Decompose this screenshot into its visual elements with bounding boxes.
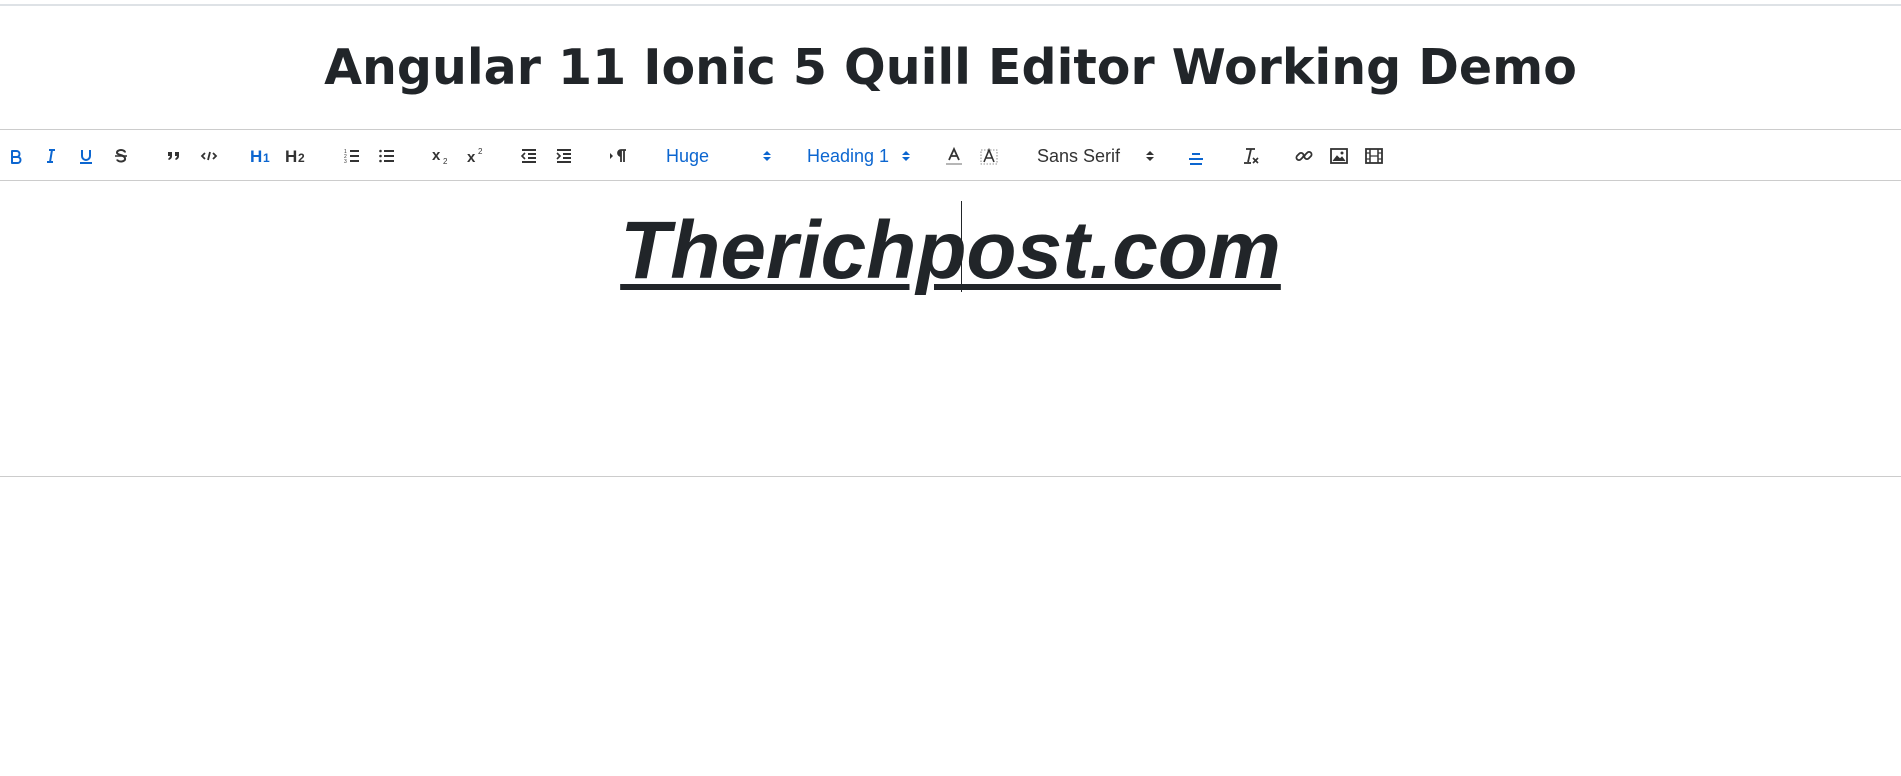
strike-icon	[115, 149, 127, 163]
svg-text:2: 2	[478, 147, 483, 156]
link-icon	[1295, 151, 1313, 161]
top-divider	[0, 4, 1901, 6]
text-direction-button[interactable]	[604, 142, 632, 170]
clear-format-icon	[1244, 148, 1259, 164]
underline-icon	[80, 150, 92, 164]
text-color-icon	[946, 146, 962, 165]
editor-content-area[interactable]: Therichpost.com	[0, 181, 1901, 477]
video-button[interactable]	[1360, 142, 1388, 170]
background-color-button[interactable]	[975, 142, 1003, 170]
code-block-icon	[200, 151, 218, 161]
ordered-list-icon: 1 2 3	[344, 149, 359, 165]
chevron-updown-icon	[763, 151, 771, 161]
header-1-button[interactable]: H 1	[248, 142, 276, 170]
chevron-updown-icon	[902, 151, 910, 161]
align-center-icon	[1189, 153, 1203, 165]
video-icon	[1365, 148, 1383, 164]
size-picker[interactable]: Huge	[666, 140, 772, 172]
subscript-button[interactable]: x 2	[427, 142, 455, 170]
image-icon	[1330, 148, 1348, 164]
header-2-icon: H 2	[285, 147, 305, 165]
bold-button[interactable]	[2, 142, 30, 170]
image-button[interactable]	[1325, 142, 1353, 170]
svg-text:1: 1	[263, 151, 270, 165]
svg-text:2: 2	[298, 151, 305, 165]
outdent-icon	[520, 149, 536, 163]
svg-text:x: x	[467, 149, 476, 165]
rtl-icon	[610, 149, 626, 162]
header-2-button[interactable]: H 2	[283, 142, 311, 170]
superscript-button[interactable]: x 2	[462, 142, 490, 170]
svg-text:H: H	[250, 147, 262, 165]
font-picker-label: Sans Serif	[1037, 145, 1121, 166]
outdent-button[interactable]	[515, 142, 543, 170]
bullet-list-icon	[379, 149, 394, 163]
svg-text:2: 2	[443, 157, 448, 165]
bold-icon	[11, 150, 22, 164]
header-1-icon: H 1	[250, 147, 270, 165]
chevron-updown-icon	[1146, 151, 1154, 161]
svg-text:H: H	[285, 147, 297, 165]
code-block-button[interactable]	[195, 142, 223, 170]
ordered-list-button[interactable]: 1 2 3	[338, 142, 366, 170]
link-button[interactable]	[1290, 142, 1318, 170]
background-color-icon	[980, 147, 998, 165]
header-picker-label: Heading 1	[807, 145, 890, 166]
align-button[interactable]	[1182, 142, 1210, 170]
font-picker[interactable]: Sans Serif	[1037, 140, 1155, 172]
italic-button[interactable]	[37, 142, 65, 170]
editor-text[interactable]: Therichpost.com	[0, 203, 1901, 299]
header-picker[interactable]: Heading 1	[807, 140, 911, 172]
underline-button[interactable]	[72, 142, 100, 170]
size-picker-label: Huge	[666, 145, 710, 166]
indent-button[interactable]	[550, 142, 578, 170]
italic-icon	[47, 149, 55, 163]
svg-text:3: 3	[344, 159, 347, 165]
strike-button[interactable]	[107, 142, 135, 170]
text-cursor	[961, 201, 962, 292]
text-color-button[interactable]	[940, 142, 968, 170]
superscript-icon: x 2	[467, 147, 483, 165]
bullet-list-button[interactable]	[373, 142, 401, 170]
clear-format-button[interactable]	[1237, 142, 1265, 170]
blockquote-button[interactable]	[160, 142, 188, 170]
svg-text:x: x	[432, 147, 441, 164]
page-title: Angular 11 Ionic 5 Quill Editor Working …	[324, 39, 1577, 96]
editor-toolbar: H 1 H 2 1 2 3 x 2 x 2 Huge Heading 1 San…	[0, 129, 1901, 181]
blockquote-icon	[168, 152, 179, 160]
subscript-icon: x 2	[432, 147, 448, 165]
indent-icon	[556, 149, 571, 163]
